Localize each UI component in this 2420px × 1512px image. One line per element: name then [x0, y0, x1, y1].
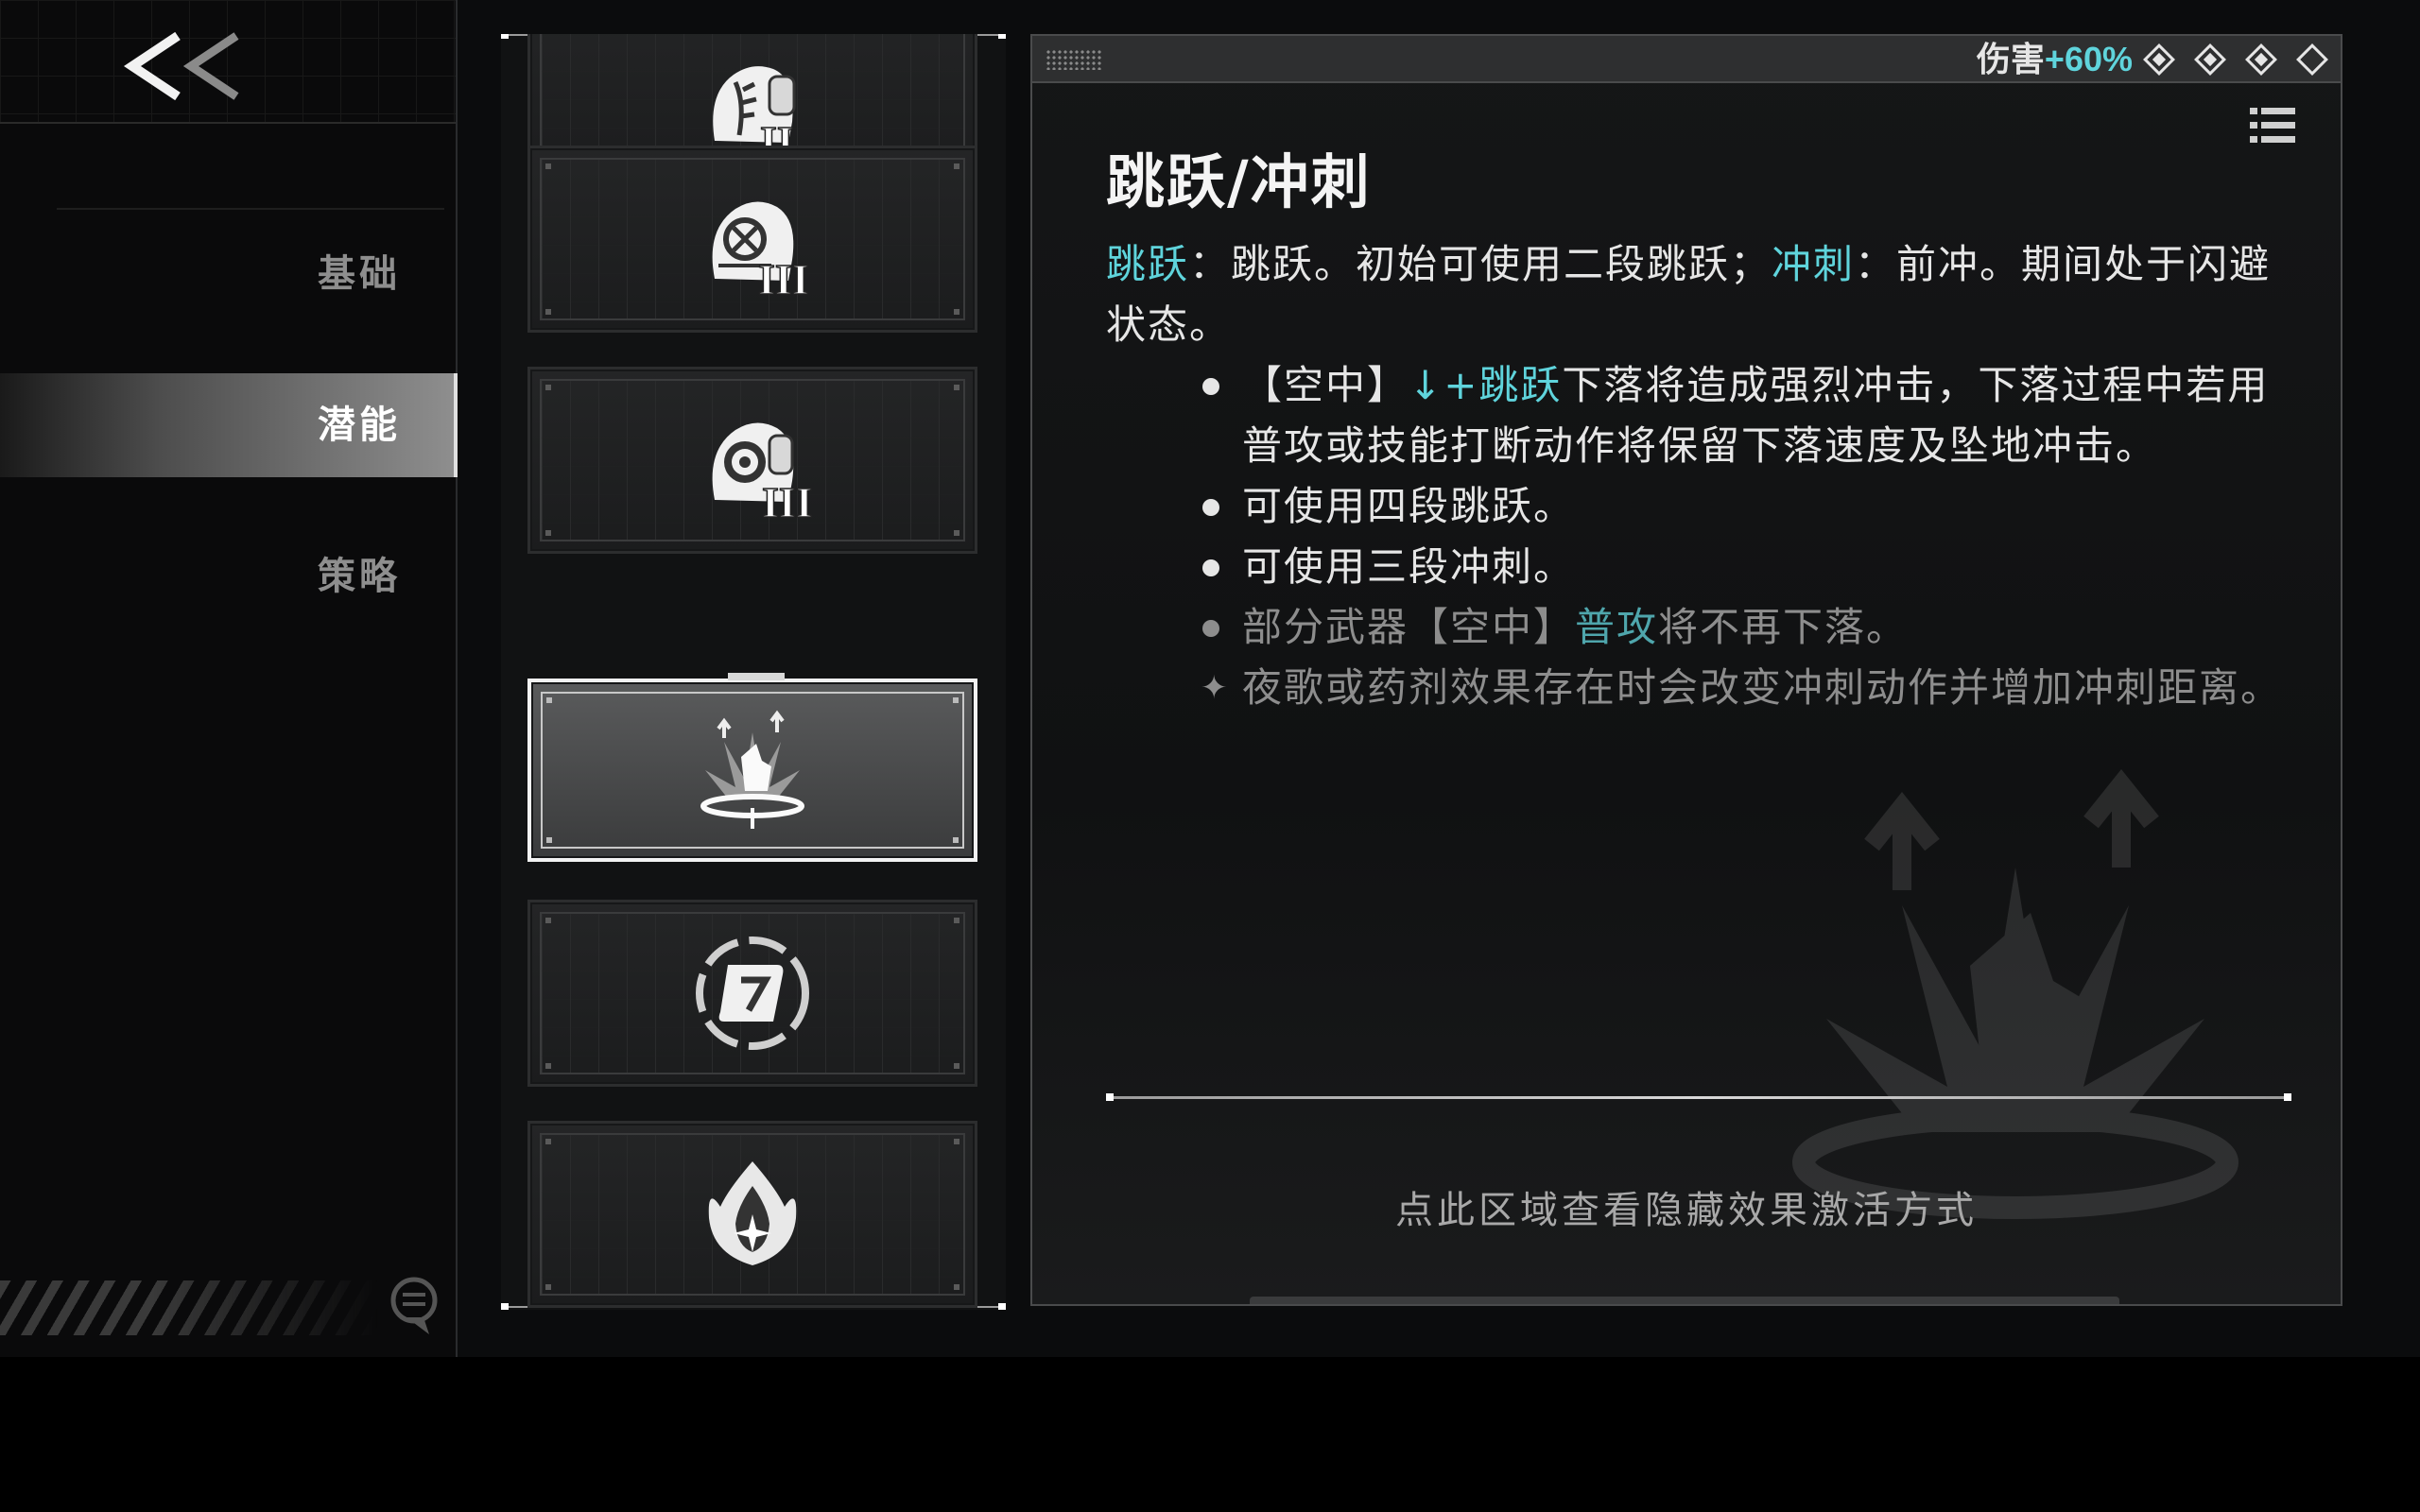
sparkle-icon: ✦: [1201, 669, 1230, 707]
card-dot: [545, 1063, 551, 1069]
divider: [1106, 1093, 2291, 1101]
card-dot: [546, 837, 552, 843]
back-button[interactable]: [123, 28, 255, 104]
nav-item-label: 潜能: [318, 404, 401, 447]
keyword-attack: 普攻: [1575, 604, 1659, 650]
card-dot: [545, 1284, 551, 1290]
svg-text:III: III: [762, 478, 813, 526]
potential-card[interactable]: [527, 1121, 977, 1308]
divider: [456, 0, 458, 1357]
effect-text: 可使用四段跳跃。: [1242, 483, 1576, 529]
effect-text: 【空中】: [1242, 362, 1409, 408]
svg-text:III: III: [758, 255, 809, 303]
flame-star-icon: [708, 1161, 797, 1265]
chat-button[interactable]: [386, 1276, 442, 1338]
hidden-effect-hint-area[interactable]: 点此区域查看隐藏效果激活方式: [1032, 1104, 2341, 1293]
intro-paragraph: 跳跃：跳跃。初始可使用二段跳跃；冲刺：前冲。期间处于闪避状态。: [1106, 234, 2288, 355]
divider: [0, 122, 458, 124]
scroll-icon: [696, 936, 809, 1050]
panel-header: 伤害+60%: [1032, 36, 2341, 83]
damage-value: +60%: [2044, 40, 2133, 78]
card-dot: [545, 163, 551, 169]
card-dot: [545, 530, 551, 536]
corner-marker: [998, 1303, 1006, 1310]
potential-card[interactable]: [527, 900, 977, 1087]
level-indicator: [2135, 36, 2328, 83]
effect-text: 部分武器【空中】: [1242, 604, 1576, 650]
list-view-button[interactable]: [2248, 104, 2297, 147]
list-item: 可使用三段冲刺。: [1201, 537, 2288, 597]
nav-item-basic[interactable]: 基础: [0, 222, 458, 326]
card-dot: [953, 697, 959, 703]
level-diamond-filled-icon: [2245, 43, 2277, 76]
keyword-jump: 跳跃: [1106, 241, 1190, 287]
effect-text: 可使用三段冲刺。: [1242, 543, 1576, 590]
list-item: 可使用四段跳跃。: [1201, 476, 2288, 537]
potential-card[interactable]: III: [527, 367, 977, 554]
detail-panel: 伤害+60% 跳跃/冲刺 跳跃：跳跃。初始可使用二段跳跃；冲刺：前冲。期间处于闪…: [1030, 34, 2342, 1306]
card-dot: [546, 697, 552, 703]
card-dot: [954, 163, 959, 169]
card-dot: [954, 530, 959, 536]
card-dot: [954, 1063, 959, 1069]
list-icon: [2250, 108, 2295, 143]
damage-stat: 伤害+60%: [1977, 36, 2133, 83]
left-nav: 基础 潜能 策略: [0, 0, 458, 1357]
potential-card-selected[interactable]: [527, 673, 977, 862]
effect-text: 将不再下落。: [1658, 604, 1909, 650]
card-dot: [953, 837, 959, 843]
backpack-gear-icon: III: [712, 422, 813, 526]
card-dot: [545, 1139, 551, 1144]
card-dot: [545, 918, 551, 923]
nav-item-potential[interactable]: 潜能: [0, 373, 458, 477]
card-dot: [954, 1139, 959, 1144]
potential-card[interactable]: III: [527, 146, 977, 333]
letterbox: [0, 1357, 2420, 1512]
card-dot: [954, 1284, 959, 1290]
card-dot: [954, 918, 959, 923]
backpack-compass-icon: III: [712, 201, 809, 304]
corner-marker: [501, 1303, 509, 1310]
intro-text: ：跳跃。初始可使用二段跳跃；: [1189, 241, 1772, 287]
double-chevron-left-icon: [123, 31, 239, 101]
skill-title: 跳跃/冲刺: [1106, 147, 1372, 216]
nav-item-strategy[interactable]: 策略: [0, 524, 458, 628]
bottom-bar-decoration: [1250, 1297, 2119, 1304]
card-dot: [954, 309, 959, 315]
level-diamond-filled-icon: [2194, 43, 2226, 76]
chat-bubble-icon: [390, 1277, 438, 1334]
game-screen: 基础 潜能 策略 II III III 伤害+60% 跳跃/冲刺 跳跃：跳跃。初…: [0, 0, 2420, 1357]
card-dot: [545, 309, 551, 315]
keyword-dash: 冲刺: [1772, 241, 1856, 287]
nav-item-label: 基础: [318, 252, 401, 296]
jump-dash-icon: [700, 710, 804, 829]
dot-texture: [1046, 49, 1102, 70]
nav-item-label: 策略: [318, 555, 401, 598]
corner-marker: [998, 34, 1006, 39]
divider: [57, 208, 444, 210]
corner-marker: [501, 34, 509, 39]
skill-description: 跳跃：跳跃。初始可使用二段跳跃；冲刺：前冲。期间处于闪避状态。 【空中】↓+跳跃…: [1106, 234, 2288, 718]
selection-notch: [728, 673, 785, 680]
list-item-locked: 部分武器【空中】普攻将不再下落。: [1201, 597, 2288, 658]
card-dot: [545, 385, 551, 390]
hint-text: 点此区域查看隐藏效果激活方式: [1395, 1189, 1978, 1232]
level-diamond-empty-icon: [2296, 43, 2328, 76]
list-item: 【空中】↓+跳跃下落将造成强烈冲击，下落过程中若用普攻或技能打断动作将保留下落速…: [1201, 355, 2288, 476]
keyword-input: ↓+跳跃: [1409, 362, 1563, 408]
effect-list: 【空中】↓+跳跃下落将造成强烈冲击，下落过程中若用普攻或技能打断动作将保留下落速…: [1201, 355, 2288, 718]
active-indicator: [454, 373, 458, 477]
level-diamond-filled-icon: [2143, 43, 2175, 76]
effect-text: 夜歌或药剂效果存在时会改变冲刺动作并增加冲刺距离。: [1242, 664, 2283, 711]
card-dot: [954, 385, 959, 390]
potential-list[interactable]: II III III: [501, 34, 1006, 1310]
damage-label: 伤害: [1976, 41, 2045, 79]
list-item-hidden: ✦ 夜歌或药剂效果存在时会改变冲刺动作并增加冲刺距离。: [1201, 658, 2288, 718]
stripe-decoration: [0, 1280, 378, 1335]
